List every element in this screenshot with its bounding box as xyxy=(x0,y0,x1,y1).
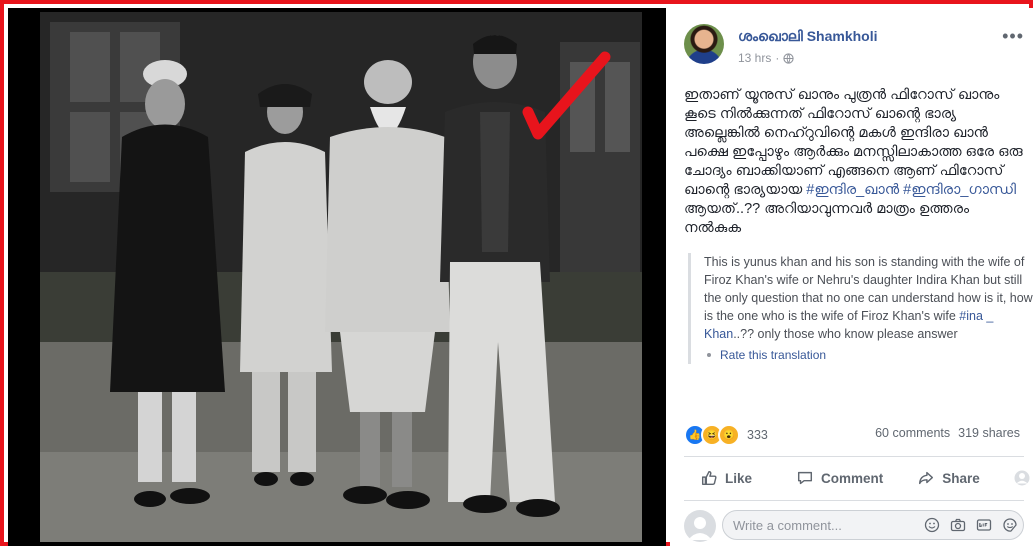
globe-icon xyxy=(783,52,794,64)
comment-icon xyxy=(797,471,813,485)
shares-count[interactable]: 319 shares xyxy=(958,426,1020,440)
post-actions: Like Comment Share xyxy=(684,460,1030,496)
user-silhouette-icon xyxy=(688,517,712,540)
post-meta: 13 hrs · xyxy=(738,51,794,65)
hashtag-link[interactable]: #ഇന്ദിരാ_ഗാന്ധി xyxy=(903,182,1016,198)
comment-button[interactable]: Comment xyxy=(796,469,883,487)
rate-translation-link[interactable]: Rate this translation xyxy=(720,346,826,364)
page-name[interactable]: ശംഖൊലി Shamkholi xyxy=(738,28,878,45)
post-header: ശംഖൊലി Shamkholi 13 hrs · ••• xyxy=(684,24,1024,74)
like-label: Like xyxy=(725,470,753,486)
photo-illustration xyxy=(40,12,642,542)
share-button[interactable]: Share xyxy=(917,469,980,487)
reaction-summary[interactable]: 👍 😆 😮 333 xyxy=(684,424,768,446)
post-text: ഇതാണ് യൂനുസ് ഖാനും പുത്രൻ ഫിറോസ് ഖാനും ക… xyxy=(684,86,1024,238)
translation-tail: ..?? only those who know please answer xyxy=(733,327,958,341)
reaction-stats: 👍 😆 😮 333 60 comments 319 shares xyxy=(684,424,1024,446)
divider xyxy=(684,500,1024,501)
like-button[interactable]: Like xyxy=(700,469,752,487)
translation-text: This is yunus khan and his son is standi… xyxy=(704,253,1033,343)
emoji-icon[interactable] xyxy=(924,517,940,533)
post-text-tail: ആയത്..?? അറിയാവുന്നവർ മാത്രം ഉത്തരം നൽകു… xyxy=(684,201,970,236)
post-photo[interactable] xyxy=(40,12,642,542)
thumbs-up-icon xyxy=(701,470,717,486)
share-arrow-icon xyxy=(919,471,934,485)
comment-tools xyxy=(924,517,1018,533)
translation-block: This is yunus khan and his son is standi… xyxy=(688,253,1033,364)
post-timestamp[interactable]: 13 hrs xyxy=(738,51,771,65)
share-label: Share xyxy=(942,470,980,486)
camera-icon[interactable] xyxy=(950,517,966,533)
divider xyxy=(684,456,1024,457)
dot-icon xyxy=(707,353,711,357)
audience-selector[interactable] xyxy=(1014,470,1033,486)
commenter-avatar[interactable] xyxy=(684,510,716,542)
hashtag-link[interactable]: #ഇന്ദിര_ഖാൻ xyxy=(806,182,899,198)
comments-count[interactable]: 60 comments xyxy=(875,426,950,440)
post-sidebar: ശംഖൊലി Shamkholi 13 hrs · ••• ഇതാണ് യൂനു… xyxy=(670,8,1033,546)
screenshot-frame: ശംഖൊലി Shamkholi 13 hrs · ••• ഇതാണ് യൂനു… xyxy=(0,0,1033,546)
wow-reaction-icon: 😮 xyxy=(718,424,740,446)
rate-translation[interactable]: Rate this translation xyxy=(704,346,1033,364)
more-options-icon[interactable]: ••• xyxy=(1002,26,1024,47)
meta-separator: · xyxy=(775,51,780,65)
sticker-icon[interactable] xyxy=(1002,517,1018,533)
engagement-counts: 60 comments 319 shares xyxy=(875,426,1020,440)
gif-icon[interactable] xyxy=(976,517,992,533)
user-avatar-icon xyxy=(1014,470,1030,486)
comment-composer: Write a comment... xyxy=(684,508,1026,542)
page-avatar[interactable] xyxy=(684,24,724,64)
reaction-count[interactable]: 333 xyxy=(747,428,768,442)
photo-viewer xyxy=(8,8,666,546)
comment-label: Comment xyxy=(821,470,884,486)
